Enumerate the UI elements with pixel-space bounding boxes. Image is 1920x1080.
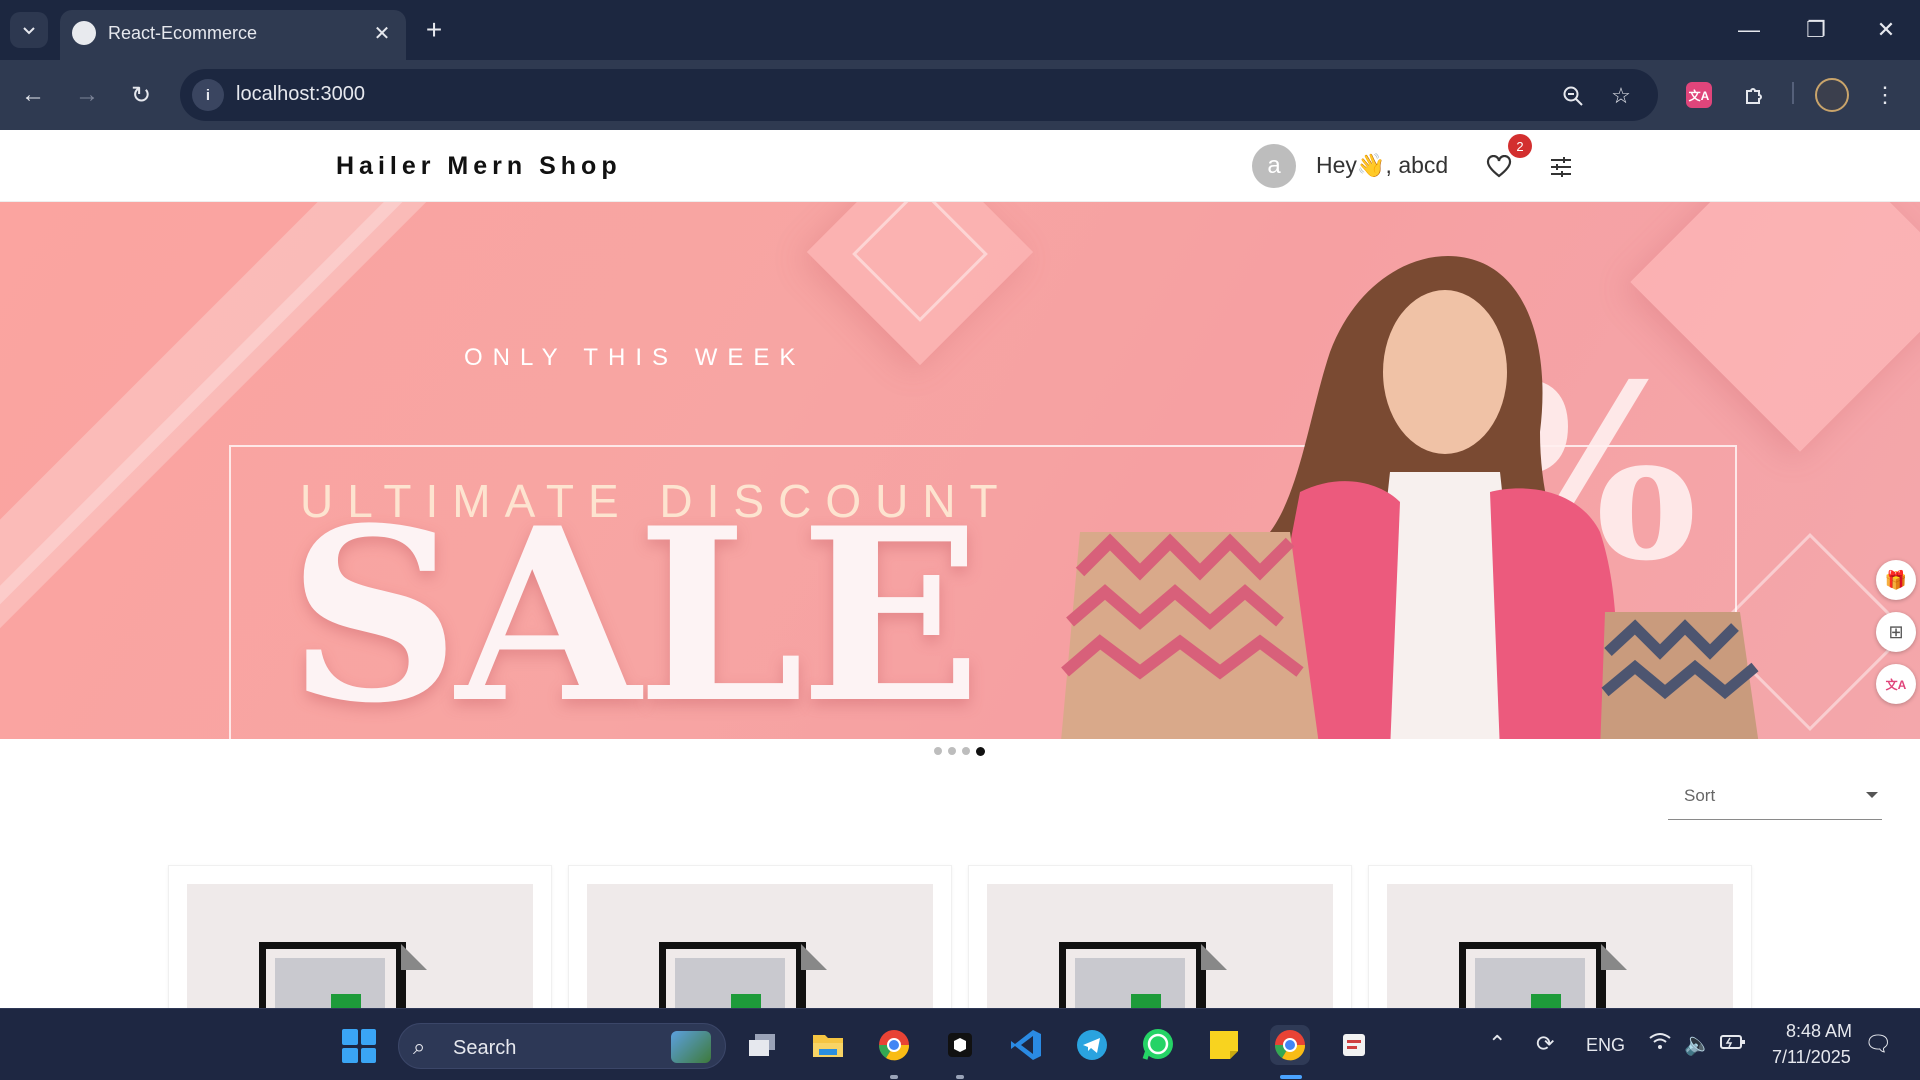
user-avatar[interactable]: a (1252, 144, 1296, 188)
wifi-icon[interactable] (1648, 1031, 1672, 1057)
user-greeting: Hey👋, abcd (1316, 152, 1449, 178)
chrome-profile-icon[interactable] (874, 1025, 914, 1065)
product-image[interactable] (187, 884, 533, 1014)
tab-title: React-Ecommerce (108, 23, 258, 43)
sort-label: Sort (1684, 786, 1716, 805)
apps-grid-icon[interactable]: ⊞ (1876, 612, 1916, 652)
clock-date[interactable]: 7/11/2025 (1772, 1047, 1851, 1068)
wishlist-heart-icon[interactable] (1482, 150, 1516, 184)
language-indicator[interactable]: ENG (1586, 1035, 1625, 1056)
app-active-indicator (1280, 1075, 1302, 1079)
back-icon[interactable]: ← (14, 76, 52, 114)
vscode-icon[interactable] (1006, 1025, 1046, 1065)
tab-search-button[interactable] (10, 12, 48, 48)
cube-app-icon[interactable] (940, 1025, 980, 1065)
sort-select[interactable]: Sort (1668, 778, 1882, 820)
product-card[interactable] (1368, 865, 1752, 1015)
carousel-dots (934, 747, 985, 756)
snipping-tool-icon[interactable] (1336, 1025, 1376, 1065)
restore-icon[interactable]: ❐ (1793, 10, 1839, 50)
carousel-dot-2[interactable] (948, 747, 956, 755)
chrome-icon[interactable] (1270, 1025, 1310, 1065)
product-image[interactable] (987, 884, 1333, 1014)
battery-icon[interactable] (1720, 1031, 1746, 1057)
windows-start-icon[interactable] (342, 1029, 376, 1063)
taskbar-search[interactable]: ⌕ Search (398, 1023, 726, 1069)
browser-toolbar: ← → ↻ i localhost:3000 ☆ 文A ⋮ (0, 60, 1920, 130)
banner-model-photo (1061, 256, 1759, 739)
product-image[interactable] (1387, 884, 1733, 1014)
broken-image-icon (1059, 942, 1227, 1014)
translate-extension-icon[interactable]: 文A (1686, 82, 1712, 108)
carousel-dot-1[interactable] (934, 747, 942, 755)
minimize-icon[interactable]: — (1726, 10, 1772, 50)
forward-icon[interactable]: → (68, 76, 106, 114)
chevron-down-icon (23, 27, 35, 35)
react-favicon-icon (72, 21, 96, 45)
taskbar-search-label: Search (453, 1037, 517, 1059)
filter-sliders-icon[interactable] (1544, 150, 1578, 184)
search-icon: ⌕ (413, 1034, 426, 1059)
broken-image-icon (259, 942, 427, 1014)
wishlist-count-badge: 2 (1508, 134, 1532, 158)
search-highlight-image (671, 1031, 711, 1063)
carousel-dot-4[interactable] (976, 747, 985, 756)
site-header: Hailer Mern Shop a Hey👋, abcd (0, 130, 1920, 202)
profile-avatar[interactable] (1815, 78, 1849, 112)
brand-logo[interactable]: Hailer Mern Shop (336, 152, 622, 181)
broken-image-icon (659, 942, 827, 1014)
chevron-up-icon[interactable]: ⌃ (1488, 1031, 1506, 1057)
new-tab-button[interactable]: + (418, 14, 450, 46)
clock-time[interactable]: 8:48 AM (1786, 1021, 1852, 1042)
site-info-icon[interactable]: i (192, 79, 224, 111)
url-text[interactable]: localhost:3000 (236, 83, 365, 106)
toolbar-divider (1792, 82, 1794, 104)
zoom-icon[interactable] (1558, 81, 1588, 111)
telegram-icon[interactable] (1072, 1025, 1112, 1065)
app-running-indicator (956, 1075, 964, 1079)
close-window-icon[interactable]: ✕ (1863, 10, 1909, 50)
hero-banner[interactable]: ONLY THIS WEEK ULTIMATE DISCOUNT SALE % (0, 202, 1920, 739)
more-menu-icon[interactable]: ⋮ (1868, 78, 1902, 112)
product-card[interactable] (568, 865, 952, 1015)
close-tab-icon[interactable]: ✕ (368, 19, 396, 47)
product-card[interactable] (168, 865, 552, 1015)
sticky-notes-icon[interactable] (1204, 1025, 1244, 1065)
broken-image-icon (1459, 942, 1627, 1014)
task-view-icon[interactable] (742, 1025, 782, 1065)
reload-icon[interactable]: ↻ (122, 76, 160, 114)
translate-icon[interactable]: 文A (1876, 664, 1916, 704)
whatsapp-icon[interactable] (1138, 1025, 1178, 1065)
extensions-puzzle-icon[interactable] (1738, 78, 1772, 112)
address-bar[interactable]: i localhost:3000 ☆ (180, 69, 1658, 121)
notifications-icon[interactable]: 🗨 (1864, 1031, 1892, 1057)
sync-icon[interactable]: ⟳ (1536, 1031, 1554, 1057)
carousel-dot-3[interactable] (962, 747, 970, 755)
windows-taskbar: ⌕ Search ⌃ ⟳ ENG 🔈 8:48 AM 7/11/2025 🗨 (0, 1008, 1920, 1080)
gift-icon[interactable]: 🎁 (1876, 560, 1916, 600)
browser-tab-active[interactable]: React-Ecommerce ✕ (60, 10, 406, 60)
bookmark-star-icon[interactable]: ☆ (1606, 81, 1636, 111)
volume-icon[interactable]: 🔈 (1684, 1031, 1711, 1057)
banner-headline: SALE (288, 477, 981, 739)
dropdown-caret-icon (1866, 792, 1878, 798)
file-explorer-icon[interactable] (808, 1025, 848, 1065)
banner-kicker: ONLY THIS WEEK (464, 344, 806, 371)
browser-tab-bar: React-Ecommerce ✕ + — ❐ ✕ (0, 0, 1920, 60)
product-image[interactable] (587, 884, 933, 1014)
product-card[interactable] (968, 865, 1352, 1015)
app-running-indicator (890, 1075, 898, 1079)
